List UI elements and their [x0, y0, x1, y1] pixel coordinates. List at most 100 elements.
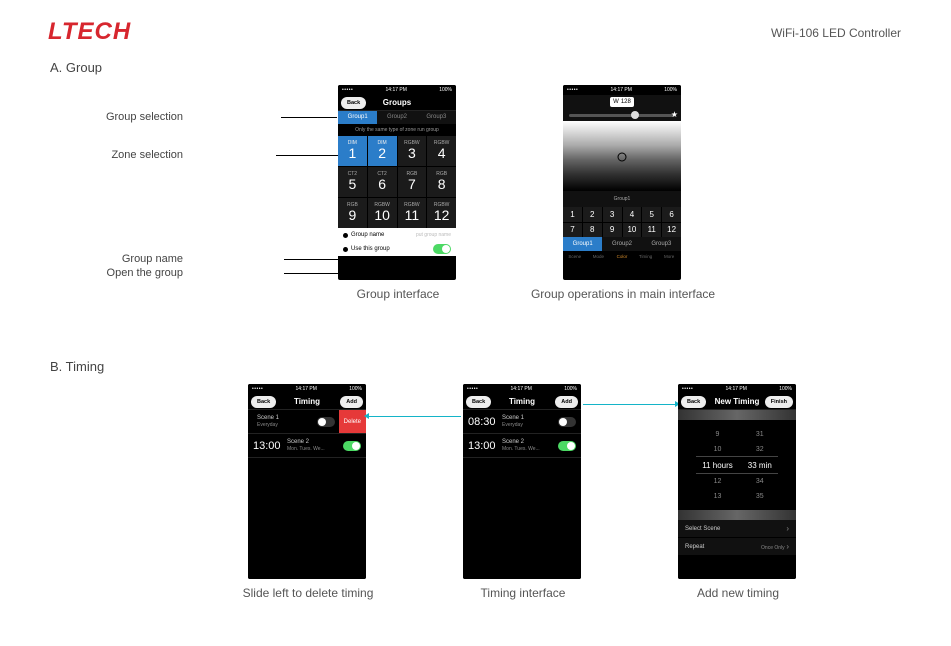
section-a-heading: A. Group [50, 60, 903, 75]
product-name: WiFi-106 LED Controller [771, 26, 901, 40]
ann-zone-selection: Zone selection [111, 149, 183, 161]
zone-cell-9[interactable]: RGB9 [338, 198, 367, 228]
timing-switch[interactable] [317, 417, 335, 427]
chevron-right-icon: › [786, 542, 789, 551]
nav-more[interactable]: More [657, 251, 681, 263]
use-group-row: Use this group [338, 242, 456, 256]
timing-row[interactable]: Scene 1Everyday Delete [248, 410, 366, 434]
zone-grid: DIM1 DIM2 RGBW3 RGBW4 CT25 CT26 RGB7 RGB… [338, 136, 456, 228]
color-gradient[interactable] [563, 121, 681, 191]
gt-group3[interactable]: Group3 [642, 237, 681, 251]
timing-row[interactable]: 13:00 Scene 2Mon. Tues. We... [248, 434, 366, 458]
flow-arrow-right [583, 404, 676, 405]
repeat-row[interactable]: Repeat Once Only › [678, 538, 796, 556]
section-a: Group selection Zone selection Group nam… [48, 85, 903, 345]
section-b-heading: B. Timing [50, 359, 903, 374]
gt-group1[interactable]: Group1 [563, 237, 602, 251]
nav-title: Groups [383, 98, 411, 107]
mini-cell[interactable]: 5 [642, 207, 661, 222]
timing-switch[interactable] [343, 441, 361, 451]
time-picker[interactable]: 9 10 11 hours 12 13 31 32 33 min 34 35 [678, 420, 796, 510]
status-time: 14:17 PM [611, 87, 632, 93]
timing-row[interactable]: 13:00 Scene 2Mon. Tues. We... [463, 434, 581, 458]
w-value: W128 [610, 97, 634, 107]
group-strip: Group1 [563, 191, 681, 207]
zone-cell-1[interactable]: DIM1 [338, 136, 367, 166]
tab-group1[interactable]: Group1 [338, 111, 377, 124]
mini-cell[interactable]: 12 [662, 223, 681, 238]
zone-mini-grid: 1 2 3 4 5 6 7 8 9 10 11 12 [563, 207, 681, 237]
mini-cell[interactable]: 2 [583, 207, 602, 222]
signal-icon: ••••• [342, 87, 353, 93]
zone-cell-8[interactable]: RGB8 [427, 167, 456, 197]
section-b: •••••14:17 PM100% Back Timing Add Scene … [48, 384, 903, 644]
nav-title: Timing [509, 397, 535, 406]
phone-timing-interface: •••••14:17 PM100% Back Timing Add 08:30 … [463, 384, 581, 579]
zone-cell-2[interactable]: DIM2 [368, 136, 397, 166]
mini-cell[interactable]: 3 [603, 207, 622, 222]
nav-color[interactable]: Color [610, 251, 634, 263]
group-tab-bar: Group1 Group2 Group3 [563, 237, 681, 251]
zone-cell-12[interactable]: RGBW12 [427, 198, 456, 228]
gt-group2[interactable]: Group2 [602, 237, 641, 251]
bottom-nav: Scene Mode Color Timing More [563, 251, 681, 263]
caption-group-interface: Group interface [323, 287, 473, 301]
group-tabs: Group1 Group2 Group3 [338, 111, 456, 124]
timing-switch[interactable] [558, 441, 576, 451]
back-button[interactable]: Back [466, 396, 491, 408]
group-name-row[interactable]: Group name put group name [338, 228, 456, 242]
mini-cell[interactable]: 10 [623, 223, 642, 238]
add-button[interactable]: Add [340, 396, 363, 408]
phone-group-interface: ••••• 14:17 PM 100% Back Groups Group1 G… [338, 85, 456, 280]
zone-cell-5[interactable]: CT25 [338, 167, 367, 197]
nav-scene[interactable]: Scene [563, 251, 587, 263]
timing-row[interactable]: 08:30 Scene 1Everyday [463, 410, 581, 434]
zone-cell-4[interactable]: RGBW4 [427, 136, 456, 166]
zone-cell-10[interactable]: RGBW10 [368, 198, 397, 228]
mini-cell[interactable]: 7 [563, 223, 582, 238]
nav-title: Timing [294, 397, 320, 406]
back-button[interactable]: Back [341, 97, 366, 109]
use-group-switch[interactable] [433, 244, 451, 254]
mini-cell[interactable]: 11 [642, 223, 661, 238]
select-scene-row[interactable]: Select Scene› [678, 520, 796, 538]
color-picker-ring[interactable] [618, 153, 627, 162]
signal-icon: ••••• [567, 87, 578, 93]
caption-timing: Timing interface [448, 586, 598, 600]
finish-button[interactable]: Finish [765, 396, 793, 408]
zone-cell-11[interactable]: RGBW11 [398, 198, 427, 228]
white-value-bar: W128 [563, 95, 681, 109]
ann-open-group: Open the group [107, 267, 183, 279]
zone-cell-7[interactable]: RGB7 [398, 167, 427, 197]
zone-cell-3[interactable]: RGBW3 [398, 136, 427, 166]
ann-group-selection: Group selection [106, 111, 183, 123]
status-bar: ••••• 14:17 PM 100% [563, 85, 681, 95]
back-button[interactable]: Back [251, 396, 276, 408]
brightness-slider[interactable]: ★ [563, 109, 681, 121]
mini-cell[interactable]: 8 [583, 223, 602, 238]
zone-cell-6[interactable]: CT26 [368, 167, 397, 197]
flow-arrow-left [368, 416, 461, 417]
mini-cell[interactable]: 4 [623, 207, 642, 222]
caption-delete: Slide left to delete timing [228, 586, 388, 600]
mini-cell[interactable]: 1 [563, 207, 582, 222]
status-battery: 100% [664, 87, 677, 93]
mini-cell[interactable]: 6 [662, 207, 681, 222]
phone-main-interface: ••••• 14:17 PM 100% W128 ★ Group1 1 2 3 … [563, 85, 681, 280]
nav-mode[interactable]: Mode [587, 251, 611, 263]
caption-new-timing: Add new timing [663, 586, 813, 600]
tab-group2[interactable]: Group2 [377, 111, 416, 124]
caption-main-interface: Group operations in main interface [518, 287, 728, 301]
phone-timing-delete: •••••14:17 PM100% Back Timing Add Scene … [248, 384, 366, 579]
add-button[interactable]: Add [555, 396, 578, 408]
ann-group-name: Group name [122, 253, 183, 265]
timing-switch[interactable] [558, 417, 576, 427]
tab-group3[interactable]: Group3 [417, 111, 456, 124]
delete-button[interactable]: Delete [339, 410, 366, 433]
group-hint: Only the same type of zone run group [338, 124, 456, 136]
back-button[interactable]: Back [681, 396, 706, 408]
status-time: 14:17 PM [386, 87, 407, 93]
star-icon: ★ [671, 110, 678, 119]
nav-timing[interactable]: Timing [634, 251, 658, 263]
mini-cell[interactable]: 9 [603, 223, 622, 238]
